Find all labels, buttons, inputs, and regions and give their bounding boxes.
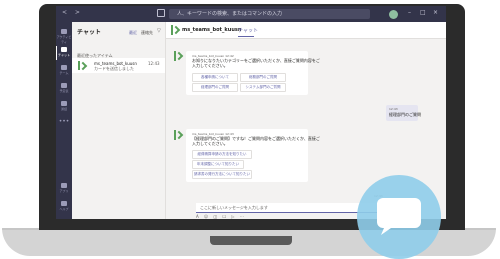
rail-item-apps[interactable]: アプリ	[56, 182, 72, 196]
card-text-line2: 入力してください。	[192, 63, 228, 68]
bot-avatar-icon	[171, 25, 178, 35]
bot-avatar-icon	[174, 51, 181, 61]
chat-header-name: ms_teams_bot_kuusn	[182, 27, 242, 33]
card-button-applications[interactable]: 各種申請について	[192, 73, 238, 82]
rail-item-more[interactable]: •••	[56, 118, 72, 132]
bot-card-2: ms_teams_bot_kuusn 12:43 【経理部門のご質問】ですね！ご…	[186, 129, 320, 182]
tab-contacts[interactable]: 連絡先	[141, 30, 153, 36]
chat-header: ms_teams_bot_kuusn チャット	[166, 22, 446, 39]
chat-list-panel: チャット 最近 連絡先 ▽ 最近使ったアイテム ms_teams_bot_kuu…	[72, 22, 166, 219]
card-button-expense[interactable]: 経費精算申請の方法を知りたい	[192, 150, 252, 159]
bot-card-1: ms_teams_bot_kuusn 12:42 お知りになりたいカテゴリーをご…	[186, 51, 320, 95]
rail-item-chat[interactable]: チャット	[56, 46, 72, 60]
teams-icon	[61, 65, 67, 70]
rail-item-activity[interactable]: アクティビティ	[56, 28, 72, 44]
active-tab-underline	[238, 36, 254, 37]
card-button-invoice[interactable]: 請求書の発行方法について知りたい	[192, 170, 252, 179]
apps-icon	[61, 183, 67, 188]
help-icon	[61, 201, 67, 206]
rail-item-help[interactable]: ヘルプ	[56, 200, 72, 214]
card-button-accounting[interactable]: 経理部門のご質問	[192, 83, 238, 92]
chat-bubble-icon	[377, 198, 421, 235]
user-message-time: 12:43	[389, 107, 398, 111]
user-message: 12:43 経理部門のご質問	[386, 105, 421, 121]
card-button-system[interactable]: システム部門のご質問	[240, 83, 286, 92]
search-input[interactable]: 人、キーワードの検索、またはコマンドの入力	[169, 9, 370, 19]
user-message-text: 経理部門のご質問	[389, 112, 421, 117]
rail-item-teams[interactable]: チーム	[56, 64, 72, 78]
bot-avatar-icon	[78, 61, 84, 70]
maximize-icon[interactable]: □	[420, 9, 426, 16]
card-text-line2: 入力してください。	[192, 141, 228, 146]
avatar[interactable]	[389, 10, 398, 19]
rail-item-calls[interactable]: 通話	[56, 100, 72, 114]
laptop-notch	[210, 236, 292, 245]
list-item[interactable]: ms_teams_bot_kuusn 12:43 カードを送信しました	[72, 58, 165, 73]
call-icon	[61, 101, 67, 106]
calendar-icon	[61, 83, 67, 88]
title-bar: < > 人、キーワードの検索、またはコマンドの入力 – □ ×	[56, 6, 446, 22]
chat-item-preview: カードを送信しました	[94, 66, 134, 71]
minimize-icon[interactable]: –	[408, 9, 411, 16]
bot-avatar-icon	[174, 130, 181, 140]
more-icon: •••	[58, 118, 70, 125]
card-button-general-affairs[interactable]: 総務部門のご質問	[240, 73, 286, 82]
card-button-year-end[interactable]: 年末調整について知りたい	[192, 160, 244, 169]
compose-placeholder: ここに新しいメッセージを入力します	[200, 205, 268, 210]
new-chat-icon[interactable]	[157, 9, 165, 17]
app-rail: アクティビティ チャット チーム 予定表 通話 ••• アプリ ヘルプ	[56, 22, 72, 219]
close-icon[interactable]: ×	[433, 9, 438, 16]
chat-icon	[61, 47, 67, 52]
tab-recent[interactable]: 最近	[129, 30, 137, 36]
chat-item-time: 12:43	[148, 61, 160, 66]
chat-list-title: チャット	[77, 29, 101, 36]
rail-item-calendar[interactable]: 予定表	[56, 82, 72, 96]
compose-toolbar[interactable]: A ☺ ◫ ☐ ▷ ⋯	[196, 214, 276, 219]
tab-chat[interactable]: チャット	[238, 27, 258, 34]
bell-icon	[61, 29, 67, 34]
filter-icon[interactable]: ▽	[157, 28, 161, 34]
nav-arrows-icon[interactable]: < >	[62, 9, 83, 16]
